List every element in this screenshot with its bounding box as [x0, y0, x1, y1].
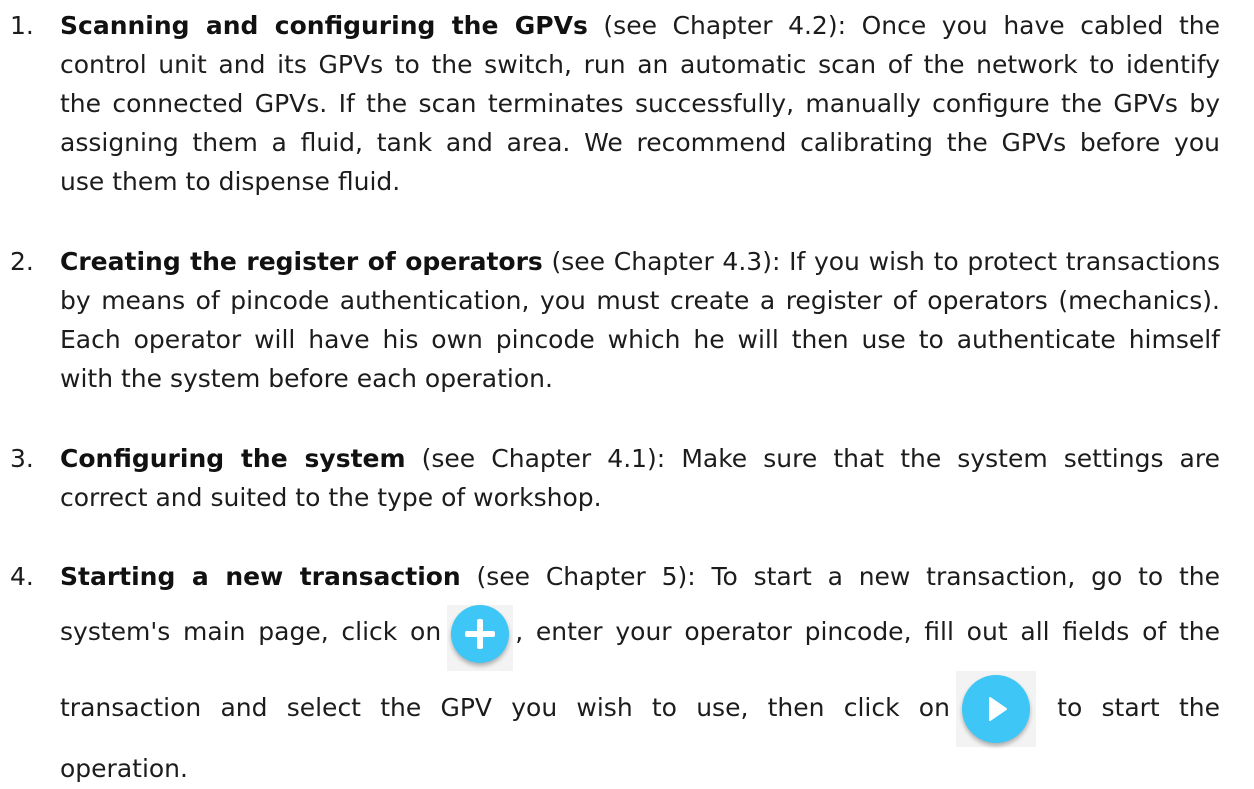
list-number: 1. [10, 11, 34, 40]
text-line: Starting a new transaction (see Chapter … [60, 557, 1220, 596]
text-span: to start the [1037, 693, 1220, 722]
list-number: 3. [10, 444, 34, 473]
text-line: control unit and its GPVs to the switch,… [60, 50, 1220, 79]
text-line: the connected GPVs. If the scan terminat… [60, 89, 1220, 118]
text-line: operation. [60, 754, 188, 783]
text-line: Creating the register of operators (see … [60, 242, 1220, 281]
text-span: system's main page, click on [60, 617, 442, 646]
text-span: , enter your operator pincode, fill out … [515, 617, 1220, 646]
text-line: use them to dispense fluid. [60, 167, 401, 196]
step-heading: Scanning and configuring the GPVs [60, 11, 588, 40]
text-span: (see Chapter 4.1): Make sure that the sy… [405, 444, 1220, 473]
list-number: 2. [10, 247, 34, 276]
list-number: 4. [10, 562, 34, 591]
text-line: correct and suited to the type of worksh… [60, 483, 602, 512]
play-circle-icon [955, 671, 1036, 747]
plus-circle-icon [447, 605, 514, 671]
step-heading: Starting a new transaction [60, 562, 461, 591]
text-line: system's main page, click on , enter your… [60, 593, 1220, 671]
text-line: transaction and select the GPV you wish … [60, 669, 1220, 747]
document-page: 1. Scanning and configuring the GPVs (se… [0, 0, 1254, 789]
text-line: Configuring the system (see Chapter 4.1)… [60, 439, 1220, 478]
text-span: transaction and select the GPV you wish … [60, 693, 950, 722]
text-span: (see Chapter 4.3): If you wish to protec… [542, 247, 1221, 276]
text-line: assigning them a fluid, tank and area. W… [60, 128, 1220, 157]
text-span: (see Chapter 4.2): Once you have cabled … [587, 11, 1220, 40]
text-line: with the system before each operation. [60, 364, 553, 393]
step-heading: Configuring the system [60, 444, 406, 473]
text-span: (see Chapter 5): To start a new transact… [460, 562, 1220, 591]
step-heading: Creating the register of operators [60, 247, 543, 276]
text-line: Each operator will have his own pincode … [60, 325, 1220, 354]
text-line: by means of pincode authentication, you … [60, 286, 1220, 315]
text-line: Scanning and configuring the GPVs (see C… [60, 6, 1220, 45]
